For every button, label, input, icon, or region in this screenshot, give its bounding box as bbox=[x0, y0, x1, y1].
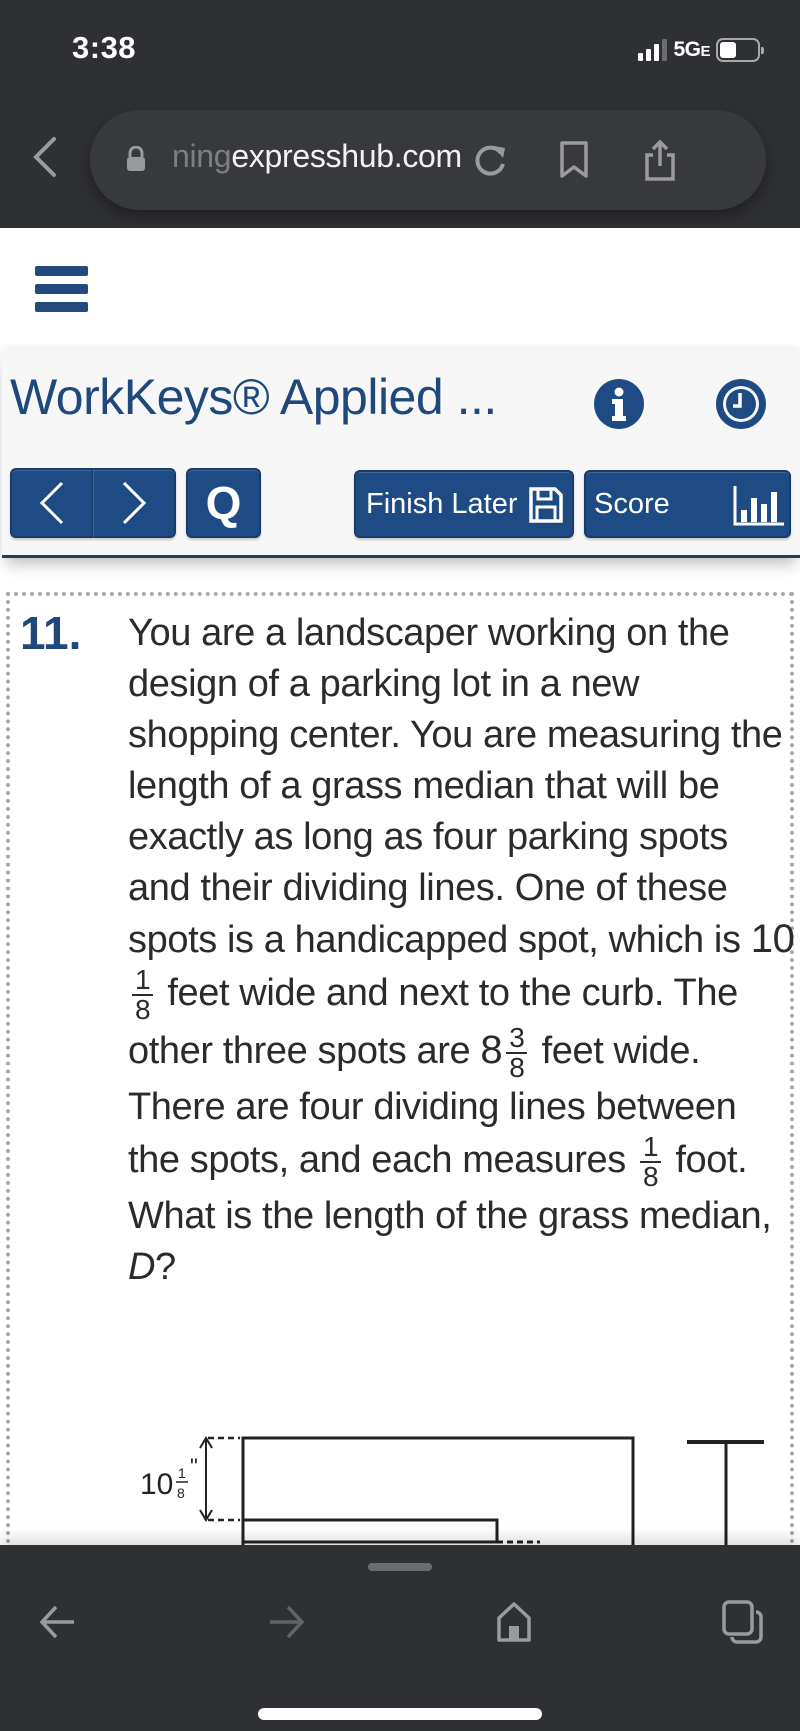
lock-icon bbox=[127, 146, 145, 171]
forward-arrow-icon[interactable] bbox=[264, 1600, 308, 1644]
signal-icon bbox=[638, 39, 668, 61]
finish-later-button[interactable]: Finish Later bbox=[354, 470, 574, 538]
next-question-button[interactable] bbox=[93, 468, 176, 538]
bar-chart-icon bbox=[733, 486, 784, 526]
info-icon[interactable] bbox=[593, 378, 645, 430]
bookmark-icon[interactable] bbox=[552, 138, 596, 182]
spot-whole: 8 bbox=[480, 1028, 503, 1073]
url-text[interactable]: ningexpresshub.com bbox=[172, 138, 462, 175]
back-chevron-icon[interactable] bbox=[30, 135, 60, 179]
hamburger-menu-icon[interactable] bbox=[35, 266, 88, 312]
score-label: Score bbox=[594, 487, 670, 520]
tabs-icon[interactable] bbox=[720, 1600, 764, 1644]
back-arrow-icon[interactable] bbox=[36, 1600, 80, 1644]
share-icon[interactable] bbox=[638, 138, 682, 182]
question-nav-group bbox=[10, 468, 176, 538]
diagram-label-num: 1 bbox=[178, 1465, 186, 1481]
status-time: 3:38 bbox=[72, 30, 137, 65]
home-icon[interactable] bbox=[492, 1600, 536, 1644]
save-disk-icon bbox=[529, 487, 563, 523]
sheet-grabber[interactable] bbox=[368, 1563, 432, 1571]
chevron-left-icon bbox=[39, 481, 64, 525]
clock-icon[interactable] bbox=[715, 378, 767, 430]
chevron-right-icon bbox=[122, 481, 147, 525]
question-text: You are a landscaper working on the desi… bbox=[128, 612, 795, 1288]
score-button[interactable]: Score bbox=[584, 470, 791, 538]
browser-chrome-top: 3:38 5GE ningexpresshub.com bbox=[0, 0, 800, 228]
home-indicator bbox=[258, 1708, 542, 1720]
reload-icon[interactable] bbox=[468, 138, 512, 182]
grass-median bbox=[241, 1518, 499, 1544]
question-container: 11. You are a landscaper working on the … bbox=[6, 592, 795, 1606]
line-fraction: 18 bbox=[640, 1133, 662, 1191]
question-list-button[interactable]: Q bbox=[186, 468, 261, 538]
diagram-label-den: 8 bbox=[177, 1485, 185, 1501]
handicap-whole: 10 bbox=[750, 917, 795, 961]
app-header: WorkKeys® Applied ... Q Finish Later Sco… bbox=[2, 350, 800, 558]
battery-icon bbox=[716, 38, 764, 62]
previous-question-button[interactable] bbox=[10, 468, 93, 538]
page-title: WorkKeys® Applied ... bbox=[10, 369, 497, 425]
address-bar[interactable]: ningexpresshub.com bbox=[90, 110, 766, 210]
finish-later-label: Finish Later bbox=[366, 487, 518, 520]
network-type: 5GE bbox=[673, 38, 710, 61]
diagram-label-whole: 10 bbox=[140, 1468, 173, 1501]
handicap-fraction: 18 bbox=[132, 966, 154, 1024]
browser-toolbar-bottom bbox=[0, 1545, 800, 1731]
diagram-label-unit: " bbox=[190, 1454, 198, 1479]
status-indicators: 5GE bbox=[638, 38, 764, 62]
spot-fraction: 38 bbox=[506, 1024, 528, 1082]
question-number: 11. bbox=[20, 607, 82, 659]
